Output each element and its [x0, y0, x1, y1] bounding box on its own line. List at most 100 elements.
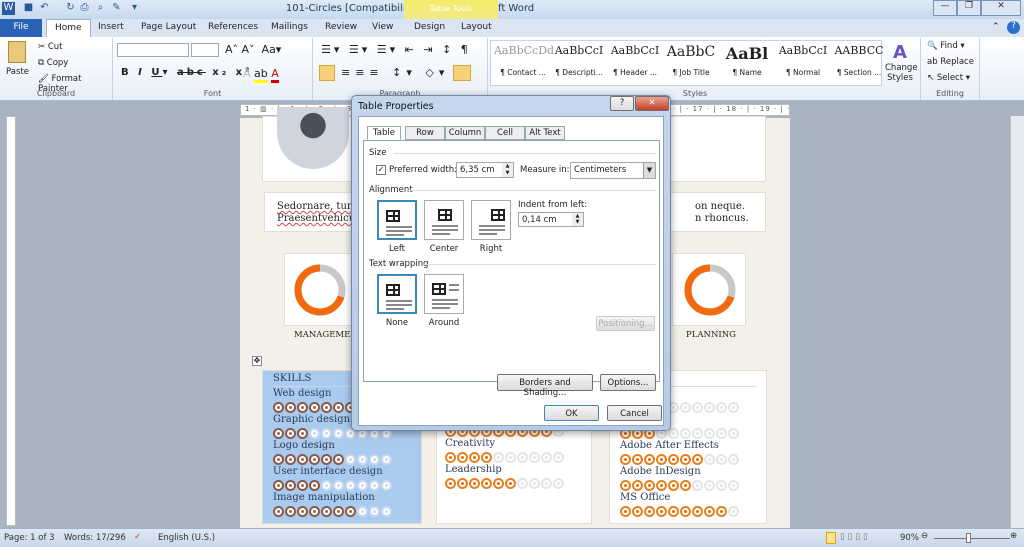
- format-buttons[interactable]: B I U▾ abc x₂ x²: [121, 67, 252, 78]
- tab-home[interactable]: Home: [46, 19, 91, 37]
- preferred-width-checkbox[interactable]: ✓: [376, 165, 386, 175]
- style-name: ¶ Descripti...: [555, 68, 603, 77]
- minimize-button[interactable]: —: [933, 0, 957, 16]
- zoom-slider[interactable]: [934, 538, 1010, 539]
- help-icon[interactable]: ?: [1007, 21, 1020, 34]
- tab-row[interactable]: Row: [405, 126, 445, 140]
- table-move-handle[interactable]: ✥: [252, 356, 262, 366]
- skill-rating: [445, 452, 583, 463]
- paste-icon[interactable]: [8, 41, 26, 63]
- alignment-buttons[interactable]: ≡≡≡ ↕▾ ◇▾: [341, 66, 449, 79]
- tab-references[interactable]: References: [200, 19, 266, 37]
- rating-dot: [656, 454, 667, 465]
- proofing-icon[interactable]: ✓: [134, 532, 141, 542]
- page-count[interactable]: Page: 1 of 3: [4, 533, 55, 543]
- style-6[interactable]: AABBCC ¶ Section ...: [830, 44, 888, 77]
- maximize-button[interactable]: ❐: [957, 0, 981, 16]
- language[interactable]: English (U.S.): [158, 533, 215, 543]
- cut-button[interactable]: ✂ Cut: [38, 42, 62, 52]
- zoom-slider-thumb[interactable]: [966, 533, 971, 543]
- rating-dot: [285, 454, 296, 465]
- find-button[interactable]: 🔍 Find ▾: [927, 41, 965, 51]
- dialog-close-button[interactable]: ✕: [635, 96, 669, 111]
- style-2[interactable]: AaBbCcI ¶ Header ...: [606, 44, 664, 77]
- tab-review[interactable]: Review: [317, 19, 365, 37]
- tab-page-layout[interactable]: Page Layout: [133, 19, 204, 37]
- tab-column[interactable]: Column: [445, 126, 485, 140]
- borders-button[interactable]: [453, 65, 471, 81]
- rating-dot: [445, 478, 456, 489]
- tab-table[interactable]: Table: [367, 126, 401, 140]
- align-left[interactable]: [377, 200, 417, 240]
- tab-cell[interactable]: Cell: [485, 126, 525, 140]
- preferred-width-spinner[interactable]: ▲ ▼: [502, 163, 513, 177]
- tab-layout[interactable]: Layout: [453, 19, 500, 37]
- skill-name: Image manipulation: [273, 492, 375, 503]
- zoom-in-button[interactable]: ⊕: [1010, 531, 1017, 541]
- copy-button[interactable]: ⧉ Copy: [38, 58, 68, 68]
- align-center[interactable]: [424, 200, 464, 240]
- table-icon: [438, 209, 452, 221]
- tab-insert[interactable]: Insert: [90, 19, 132, 37]
- replace-button[interactable]: ab Replace: [927, 57, 974, 67]
- style-3[interactable]: AaBbC ¶ Job Title: [662, 44, 720, 77]
- font-name-input[interactable]: [117, 43, 189, 57]
- zoom-out-button[interactable]: ⊖: [921, 531, 928, 541]
- tab-alt-text[interactable]: Alt Text: [525, 126, 565, 140]
- style-4[interactable]: AaBl ¶ Name: [718, 44, 776, 77]
- change-styles-button[interactable]: A Change Styles: [885, 42, 918, 83]
- tab-design[interactable]: Design: [406, 19, 453, 37]
- print-layout-view-icon[interactable]: [826, 532, 836, 544]
- word-count[interactable]: Words: 17/296: [64, 533, 126, 543]
- rating-dot: [321, 402, 332, 413]
- indent-spinner[interactable]: ▲ ▼: [572, 213, 583, 226]
- style-1[interactable]: AaBbCcI ¶ Descripti...: [550, 44, 608, 77]
- select-button[interactable]: ↖ Select ▾: [927, 73, 970, 83]
- chevron-down-icon[interactable]: ▼: [643, 163, 655, 178]
- measure-in-label: Measure in:: [520, 165, 570, 175]
- wrap-none[interactable]: [377, 274, 417, 314]
- minimize-ribbon-icon[interactable]: ⌃: [992, 22, 1000, 32]
- highlight-color-buttons[interactable]: A ab A: [243, 67, 279, 83]
- rating-dot: [692, 480, 703, 491]
- zoom-level[interactable]: 90%: [900, 533, 919, 543]
- wrap-around-label: Around: [428, 318, 460, 328]
- tab-file[interactable]: File: [0, 19, 42, 37]
- skill-name: User interface design: [273, 466, 383, 477]
- list-buttons[interactable]: ☰▾ ☰▾ ☰▾ ⇤ ⇥ ↕ ¶: [321, 43, 471, 56]
- close-button[interactable]: ✕: [981, 0, 1021, 16]
- view-buttons[interactable]: ▯▯▯▯: [840, 532, 871, 542]
- rating-dot: [345, 454, 356, 465]
- font-size-input[interactable]: [191, 43, 219, 57]
- options-button[interactable]: Options...: [600, 374, 656, 391]
- style-0[interactable]: AaBbCcDd ¶ Contact ...: [494, 44, 554, 77]
- align-left-button[interactable]: [319, 65, 335, 81]
- skill-name: Logo design: [273, 440, 335, 451]
- rating-dot: [381, 506, 392, 517]
- font-size-buttons[interactable]: A˄ A˅ Aa▾: [225, 43, 281, 56]
- rating-dot: [632, 454, 643, 465]
- rating-dot: [381, 454, 392, 465]
- vertical-scrollbar[interactable]: [1010, 116, 1024, 528]
- style-5[interactable]: AaBbCcI ¶ Normal: [774, 44, 832, 77]
- style-sample: AaBl: [725, 44, 769, 63]
- paste-button[interactable]: Paste: [6, 67, 29, 77]
- vertical-ruler[interactable]: [6, 116, 16, 526]
- dialog-help-button[interactable]: ?: [610, 96, 634, 111]
- rating-dot: [457, 452, 468, 463]
- tab-view[interactable]: View: [364, 19, 401, 37]
- borders-and-shading-button[interactable]: Borders and Shading...: [497, 374, 593, 398]
- ok-button[interactable]: OK: [544, 405, 599, 421]
- ruler-right-marks: 16 · | · 17 · | · 18 · | · 19 · | · 20: [659, 105, 790, 113]
- rating-dot: [680, 428, 691, 439]
- rating-dot: [297, 506, 308, 517]
- positioning-button[interactable]: Positioning...: [596, 316, 655, 331]
- skill-rating: [620, 480, 756, 491]
- rating-dot: [505, 452, 516, 463]
- align-right[interactable]: [471, 200, 511, 240]
- wrap-around[interactable]: [424, 274, 464, 314]
- tab-mailings[interactable]: Mailings: [263, 19, 316, 37]
- skill-rating: [273, 506, 411, 517]
- cancel-button[interactable]: Cancel: [607, 405, 662, 421]
- rating-dot: [469, 452, 480, 463]
